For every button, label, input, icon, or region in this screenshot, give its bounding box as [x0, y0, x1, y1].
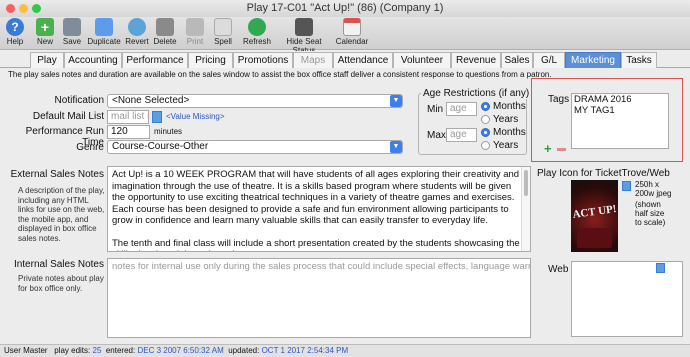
tab-revenue[interactable]: Revenue: [451, 52, 501, 68]
age-min-label: Min: [427, 104, 444, 115]
external-notes-scrollbar[interactable]: [521, 167, 530, 251]
age-max-input[interactable]: age: [446, 128, 477, 142]
status-edits: 25: [92, 346, 102, 355]
age-max-label: Max: [427, 130, 446, 141]
run-time-input[interactable]: 120: [107, 125, 150, 139]
spell-icon: [214, 18, 232, 36]
run-time-unit: minutes: [154, 127, 183, 136]
min-months-radio[interactable]: [481, 102, 490, 111]
duplicate-icon: [95, 18, 113, 36]
revert-button[interactable]: Revert: [123, 17, 151, 46]
tab-performance[interactable]: Performance: [122, 52, 188, 68]
tab-promotions[interactable]: Promotions: [233, 52, 293, 68]
print-icon: [186, 18, 204, 36]
notification-select[interactable]: <None Selected> ▼: [107, 94, 403, 108]
internal-notes-textarea[interactable]: notes for internal use only during the s…: [107, 258, 531, 338]
window-title: Play 17-C01 "Act Up!" (86) (Company 1): [246, 2, 444, 14]
tab-volunteer[interactable]: Volunteer: [393, 52, 451, 68]
external-notes-description: A description of the play, including any…: [18, 186, 105, 243]
calendar-icon: [343, 18, 361, 36]
mail-list-label: Default Mail List: [32, 111, 104, 122]
tags-list[interactable]: DRAMA 2016 MY TAG1: [571, 93, 669, 149]
status-entered: DEC 3 2007 6:50:32 AM: [137, 346, 224, 355]
status-user: User Master: [4, 346, 48, 355]
web-label: Web: [548, 264, 569, 275]
tag-item[interactable]: DRAMA 2016: [574, 94, 666, 106]
tab-gl[interactable]: G/L: [533, 52, 565, 68]
scrollbar-thumb[interactable]: [524, 170, 528, 196]
tag-item[interactable]: MY TAG1: [574, 105, 666, 117]
refresh-button[interactable]: Refresh: [242, 17, 272, 46]
play-icon-scale-note: (shown half size to scale): [635, 200, 666, 227]
delete-icon: [156, 18, 174, 36]
tags-label: Tags: [548, 94, 570, 105]
external-notes-label: External Sales Notes: [10, 169, 104, 180]
poster-title: ACT UP!: [571, 202, 618, 222]
delete-button[interactable]: Delete: [152, 17, 178, 46]
tab-maps[interactable]: Maps: [293, 52, 333, 68]
min-months-label: Months: [493, 101, 526, 112]
hide-seat-status-button[interactable]: Hide Seat Status: [275, 17, 333, 55]
tab-marketing[interactable]: Marketing: [565, 52, 621, 68]
web-picker-icon[interactable]: [656, 263, 665, 273]
zoom-window-icon[interactable]: [32, 4, 41, 13]
tab-play[interactable]: Play: [30, 52, 64, 68]
genre-select[interactable]: Course-Course-Other ▼: [107, 140, 403, 154]
mail-list-input[interactable]: mail list #: [107, 110, 149, 124]
min-years-label: Years: [493, 114, 519, 125]
genre-label: Genre: [76, 142, 104, 153]
min-years-radio[interactable]: [481, 115, 490, 124]
refresh-icon: [248, 18, 266, 36]
play-icon-size-note: 250h x 200w jpeg: [635, 180, 672, 198]
web-field[interactable]: [571, 261, 683, 337]
poster-figures: [577, 228, 612, 248]
external-notes-textarea[interactable]: Act Up! is a 10 WEEK PROGRAM that will h…: [107, 166, 531, 252]
tab-tasks[interactable]: Tasks: [621, 52, 657, 68]
revert-icon: [128, 18, 146, 36]
age-restrictions-title: Age Restrictions (if any): [421, 88, 532, 99]
value-missing-text: <Value Missing>: [166, 112, 225, 121]
max-months-label: Months: [493, 127, 526, 138]
external-notes-paragraph: Act Up! is a 10 WEEK PROGRAM that will h…: [112, 169, 520, 226]
minimize-window-icon[interactable]: [19, 4, 28, 13]
save-icon: [63, 18, 81, 36]
tab-sales[interactable]: Sales: [501, 52, 533, 68]
print-button[interactable]: Print: [181, 17, 209, 46]
tab-pricing[interactable]: Pricing: [188, 52, 233, 68]
help-icon: ?: [6, 18, 24, 36]
new-icon: +: [36, 18, 54, 36]
status-bar: User Master play edits: 25 entered: DEC …: [0, 344, 690, 357]
close-window-icon[interactable]: [6, 4, 15, 13]
age-min-input[interactable]: age: [446, 102, 477, 116]
add-tag-icon[interactable]: +: [544, 142, 552, 155]
help-button[interactable]: ? Help: [2, 17, 28, 46]
tab-accounting[interactable]: Accounting: [64, 52, 122, 68]
notification-label: Notification: [54, 95, 104, 106]
tab-attendance[interactable]: Attendance: [333, 52, 393, 68]
lookup-icon[interactable]: [152, 111, 162, 123]
image-picker-icon[interactable]: [622, 181, 631, 191]
internal-notes-description: Private notes about play for box office …: [18, 274, 104, 293]
remove-tag-icon[interactable]: [557, 148, 566, 151]
window-titlebar: Play 17-C01 "Act Up!" (86) (Company 1): [0, 0, 690, 17]
external-notes-paragraph: The tenth and final class will include a…: [112, 237, 520, 252]
play-icon-label: Play Icon for TicketTrove/Web: [537, 168, 670, 179]
play-poster-image[interactable]: ACT UP!: [571, 180, 618, 252]
chevron-down-icon: ▼: [390, 95, 402, 107]
tab-bar: Play Accounting Performance Pricing Prom…: [0, 51, 690, 68]
max-years-label: Years: [493, 140, 519, 151]
save-button[interactable]: Save: [59, 17, 85, 46]
seat-status-icon: [295, 18, 313, 36]
internal-notes-label: Internal Sales Notes: [13, 259, 104, 270]
max-months-radio[interactable]: [481, 128, 490, 137]
spell-button[interactable]: Spell: [210, 17, 236, 46]
info-note: The play sales notes and duration are av…: [8, 70, 552, 79]
duplicate-button[interactable]: Duplicate: [86, 17, 122, 46]
toolbar: ? Help + New Save Duplicate Revert Delete …: [0, 17, 690, 55]
calendar-button[interactable]: Calendar: [335, 17, 369, 46]
chevron-down-icon: ▼: [390, 141, 402, 153]
max-years-radio[interactable]: [481, 141, 490, 150]
new-button[interactable]: + New: [32, 17, 58, 46]
status-updated: OCT 1 2017 2:54:34 PM: [261, 346, 349, 355]
